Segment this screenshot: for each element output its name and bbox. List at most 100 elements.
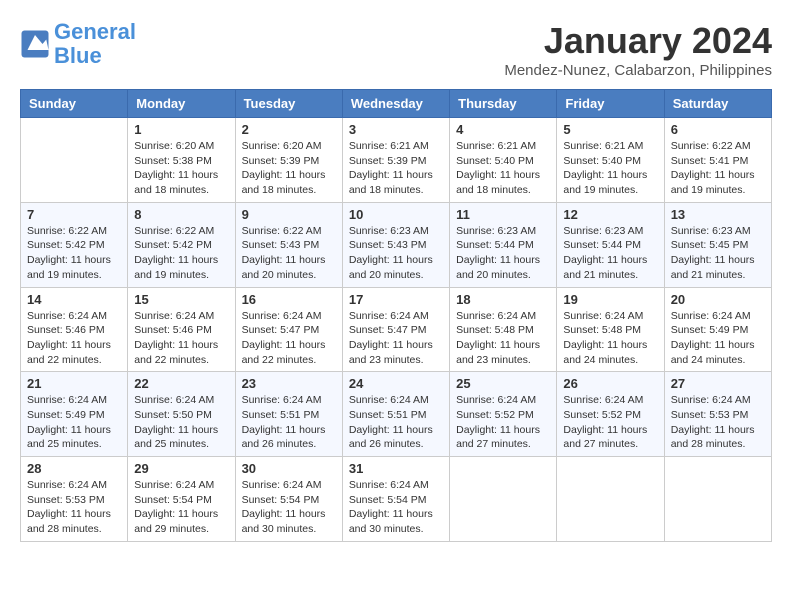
calendar-cell: 29Sunrise: 6:24 AMSunset: 5:54 PMDayligh… bbox=[128, 457, 235, 542]
day-info: Sunrise: 6:24 AMSunset: 5:48 PMDaylight:… bbox=[456, 309, 550, 368]
day-number: 16 bbox=[242, 292, 336, 307]
calendar-week-row: 14Sunrise: 6:24 AMSunset: 5:46 PMDayligh… bbox=[21, 287, 772, 372]
day-number: 9 bbox=[242, 207, 336, 222]
calendar-table: SundayMondayTuesdayWednesdayThursdayFrid… bbox=[20, 89, 772, 542]
day-info: Sunrise: 6:24 AMSunset: 5:47 PMDaylight:… bbox=[242, 309, 336, 368]
calendar-header-saturday: Saturday bbox=[664, 90, 771, 118]
calendar-header-thursday: Thursday bbox=[450, 90, 557, 118]
calendar-cell: 28Sunrise: 6:24 AMSunset: 5:53 PMDayligh… bbox=[21, 457, 128, 542]
calendar-cell: 2Sunrise: 6:20 AMSunset: 5:39 PMDaylight… bbox=[235, 118, 342, 203]
day-number: 19 bbox=[563, 292, 657, 307]
calendar-cell: 25 Sunrise: 6:24 AMSunset: 5:52 PMDayligh… bbox=[450, 372, 557, 457]
calendar-cell bbox=[664, 457, 771, 542]
day-info: Sunrise: 6:24 AMSunset: 5:46 PMDaylight:… bbox=[134, 309, 228, 368]
day-number: 2 bbox=[242, 122, 336, 137]
calendar-cell: 15 Sunrise: 6:24 AMSunset: 5:46 PMDayligh… bbox=[128, 287, 235, 372]
calendar-cell: 6Sunrise: 6:22 AMSunset: 5:41 PMDaylight… bbox=[664, 118, 771, 203]
day-info: Sunrise: 6:24 AMSunset: 5:52 PMDaylight:… bbox=[456, 393, 550, 452]
calendar-cell: 10Sunrise: 6:23 AMSunset: 5:43 PMDayligh… bbox=[342, 202, 449, 287]
day-number: 22 bbox=[134, 376, 228, 391]
day-number: 18 bbox=[456, 292, 550, 307]
title-block: January 2024 Mendez-Nunez, Calabarzon, P… bbox=[504, 20, 772, 79]
day-number: 31 bbox=[349, 461, 443, 476]
calendar-header-tuesday: Tuesday bbox=[235, 90, 342, 118]
day-number: 29 bbox=[134, 461, 228, 476]
calendar-cell: 3Sunrise: 6:21 AMSunset: 5:39 PMDaylight… bbox=[342, 118, 449, 203]
day-info: Sunrise: 6:23 AMSunset: 5:44 PMDaylight:… bbox=[563, 224, 657, 283]
calendar-cell: 16 Sunrise: 6:24 AMSunset: 5:47 PMDayligh… bbox=[235, 287, 342, 372]
day-number: 13 bbox=[671, 207, 765, 222]
day-info: Sunrise: 6:22 AMSunset: 5:43 PMDaylight:… bbox=[242, 224, 336, 283]
day-info: Sunrise: 6:20 AMSunset: 5:38 PMDaylight:… bbox=[134, 139, 228, 198]
calendar-cell bbox=[21, 118, 128, 203]
calendar-cell: 26 Sunrise: 6:24 AMSunset: 5:52 PMDayligh… bbox=[557, 372, 664, 457]
day-number: 1 bbox=[134, 122, 228, 137]
calendar-cell: 20 Sunrise: 6:24 AMSunset: 5:49 PMDayligh… bbox=[664, 287, 771, 372]
day-info: Sunrise: 6:24 AMSunset: 5:51 PMDaylight:… bbox=[242, 393, 336, 452]
day-info: Sunrise: 6:24 AMSunset: 5:53 PMDaylight:… bbox=[671, 393, 765, 452]
day-number: 21 bbox=[27, 376, 121, 391]
calendar-cell: 7 Sunrise: 6:22 AMSunset: 5:42 PMDaylight… bbox=[21, 202, 128, 287]
day-info: Sunrise: 6:23 AMSunset: 5:43 PMDaylight:… bbox=[349, 224, 443, 283]
day-info: Sunrise: 6:22 AMSunset: 5:42 PMDaylight:… bbox=[27, 224, 121, 283]
day-info: Sunrise: 6:24 AMSunset: 5:49 PMDaylight:… bbox=[27, 393, 121, 452]
day-info: Sunrise: 6:24 AMSunset: 5:50 PMDaylight:… bbox=[134, 393, 228, 452]
calendar-cell: 12 Sunrise: 6:23 AMSunset: 5:44 PMDayligh… bbox=[557, 202, 664, 287]
day-number: 12 bbox=[563, 207, 657, 222]
day-number: 24 bbox=[349, 376, 443, 391]
calendar-body: 1 Sunrise: 6:20 AMSunset: 5:38 PMDaylight… bbox=[21, 118, 772, 542]
day-info: Sunrise: 6:22 AMSunset: 5:41 PMDaylight:… bbox=[671, 139, 765, 198]
day-number: 5 bbox=[563, 122, 657, 137]
calendar-week-row: 1 Sunrise: 6:20 AMSunset: 5:38 PMDaylight… bbox=[21, 118, 772, 203]
day-info: Sunrise: 6:23 AMSunset: 5:44 PMDaylight:… bbox=[456, 224, 550, 283]
day-number: 23 bbox=[242, 376, 336, 391]
day-number: 11 bbox=[456, 207, 550, 222]
calendar-week-row: 7 Sunrise: 6:22 AMSunset: 5:42 PMDaylight… bbox=[21, 202, 772, 287]
calendar-cell: 21 Sunrise: 6:24 AMSunset: 5:49 PMDayligh… bbox=[21, 372, 128, 457]
calendar-week-row: 28Sunrise: 6:24 AMSunset: 5:53 PMDayligh… bbox=[21, 457, 772, 542]
day-number: 20 bbox=[671, 292, 765, 307]
day-number: 26 bbox=[563, 376, 657, 391]
day-info: Sunrise: 6:21 AMSunset: 5:40 PMDaylight:… bbox=[456, 139, 550, 198]
calendar-cell: 1 Sunrise: 6:20 AMSunset: 5:38 PMDaylight… bbox=[128, 118, 235, 203]
calendar-header-row: SundayMondayTuesdayWednesdayThursdayFrid… bbox=[21, 90, 772, 118]
day-info: Sunrise: 6:24 AMSunset: 5:49 PMDaylight:… bbox=[671, 309, 765, 368]
day-number: 27 bbox=[671, 376, 765, 391]
day-info: Sunrise: 6:21 AMSunset: 5:40 PMDaylight:… bbox=[563, 139, 657, 198]
calendar-cell: 19 Sunrise: 6:24 AMSunset: 5:48 PMDayligh… bbox=[557, 287, 664, 372]
calendar-cell: 13 Sunrise: 6:23 AMSunset: 5:45 PMDayligh… bbox=[664, 202, 771, 287]
day-number: 7 bbox=[27, 207, 121, 222]
day-info: Sunrise: 6:24 AMSunset: 5:51 PMDaylight:… bbox=[349, 393, 443, 452]
calendar-cell bbox=[450, 457, 557, 542]
day-info: Sunrise: 6:22 AMSunset: 5:42 PMDaylight:… bbox=[134, 224, 228, 283]
calendar-cell: 22 Sunrise: 6:24 AMSunset: 5:50 PMDayligh… bbox=[128, 372, 235, 457]
day-number: 15 bbox=[134, 292, 228, 307]
logo-icon bbox=[20, 29, 50, 59]
day-info: Sunrise: 6:23 AMSunset: 5:45 PMDaylight:… bbox=[671, 224, 765, 283]
calendar-cell: 17 Sunrise: 6:24 AMSunset: 5:47 PMDayligh… bbox=[342, 287, 449, 372]
calendar-cell: 24 Sunrise: 6:24 AMSunset: 5:51 PMDayligh… bbox=[342, 372, 449, 457]
day-info: Sunrise: 6:24 AMSunset: 5:47 PMDaylight:… bbox=[349, 309, 443, 368]
day-number: 30 bbox=[242, 461, 336, 476]
day-number: 3 bbox=[349, 122, 443, 137]
day-info: Sunrise: 6:24 AMSunset: 5:48 PMDaylight:… bbox=[563, 309, 657, 368]
month-title: January 2024 bbox=[504, 20, 772, 62]
page-header: General Blue January 2024 Mendez-Nunez, … bbox=[20, 20, 772, 79]
calendar-cell: 11 Sunrise: 6:23 AMSunset: 5:44 PMDayligh… bbox=[450, 202, 557, 287]
day-number: 25 bbox=[456, 376, 550, 391]
day-info: Sunrise: 6:24 AMSunset: 5:52 PMDaylight:… bbox=[563, 393, 657, 452]
logo-line1: General bbox=[54, 19, 136, 44]
calendar-header-wednesday: Wednesday bbox=[342, 90, 449, 118]
calendar-week-row: 21 Sunrise: 6:24 AMSunset: 5:49 PMDayligh… bbox=[21, 372, 772, 457]
calendar-cell: 30Sunrise: 6:24 AMSunset: 5:54 PMDayligh… bbox=[235, 457, 342, 542]
day-info: Sunrise: 6:24 AMSunset: 5:53 PMDaylight:… bbox=[27, 478, 121, 537]
day-number: 17 bbox=[349, 292, 443, 307]
calendar-cell: 14Sunrise: 6:24 AMSunset: 5:46 PMDayligh… bbox=[21, 287, 128, 372]
logo-line2: Blue bbox=[54, 43, 102, 68]
calendar-header-monday: Monday bbox=[128, 90, 235, 118]
calendar-cell bbox=[557, 457, 664, 542]
day-info: Sunrise: 6:24 AMSunset: 5:54 PMDaylight:… bbox=[349, 478, 443, 537]
logo: General Blue bbox=[20, 20, 136, 68]
day-number: 4 bbox=[456, 122, 550, 137]
calendar-cell: 4 Sunrise: 6:21 AMSunset: 5:40 PMDaylight… bbox=[450, 118, 557, 203]
